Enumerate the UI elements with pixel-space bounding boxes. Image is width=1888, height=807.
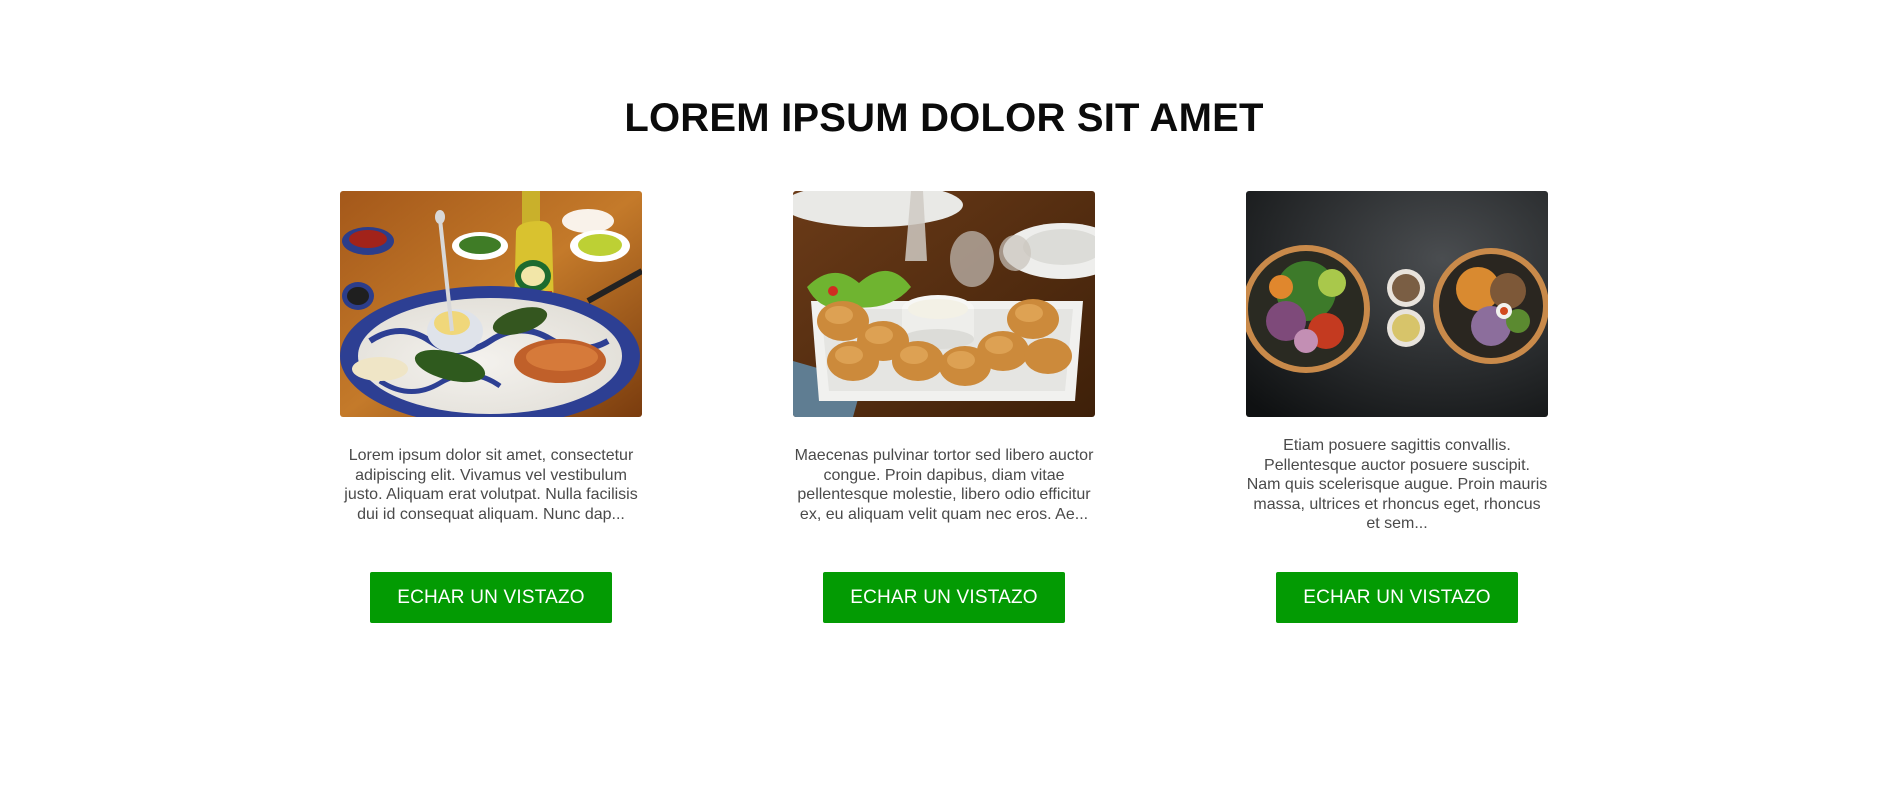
section-title: LOREM IPSUM DOLOR SIT AMET [624,96,1264,140]
card-fried-shrimp: Maecenas pulvinar tortor sed libero auct… [793,191,1095,623]
fried-shrimp-photo[interactable] [793,191,1095,417]
card-description: Etiam posuere sagittis convallis. Pellen… [1246,437,1548,532]
card-description: Lorem ipsum dolor sit amet, consectetur … [344,447,638,523]
card-mexican-dish: Lorem ipsum dolor sit amet, consectetur … [340,191,642,623]
card-description: Maecenas pulvinar tortor sed libero auct… [794,447,1094,523]
salad-bowls-photo[interactable] [1246,191,1548,417]
view-button[interactable]: ECHAR UN VISTAZO [1276,572,1518,623]
view-button[interactable]: ECHAR UN VISTAZO [370,572,612,623]
card-salad-bowls: Etiam posuere sagittis convallis. Pellen… [1246,191,1548,623]
view-button[interactable]: ECHAR UN VISTAZO [823,572,1065,623]
page: LOREM IPSUM DOLOR SIT AMET Lorem ipsum d… [0,0,1888,807]
mexican-dish-photo[interactable] [340,191,642,417]
